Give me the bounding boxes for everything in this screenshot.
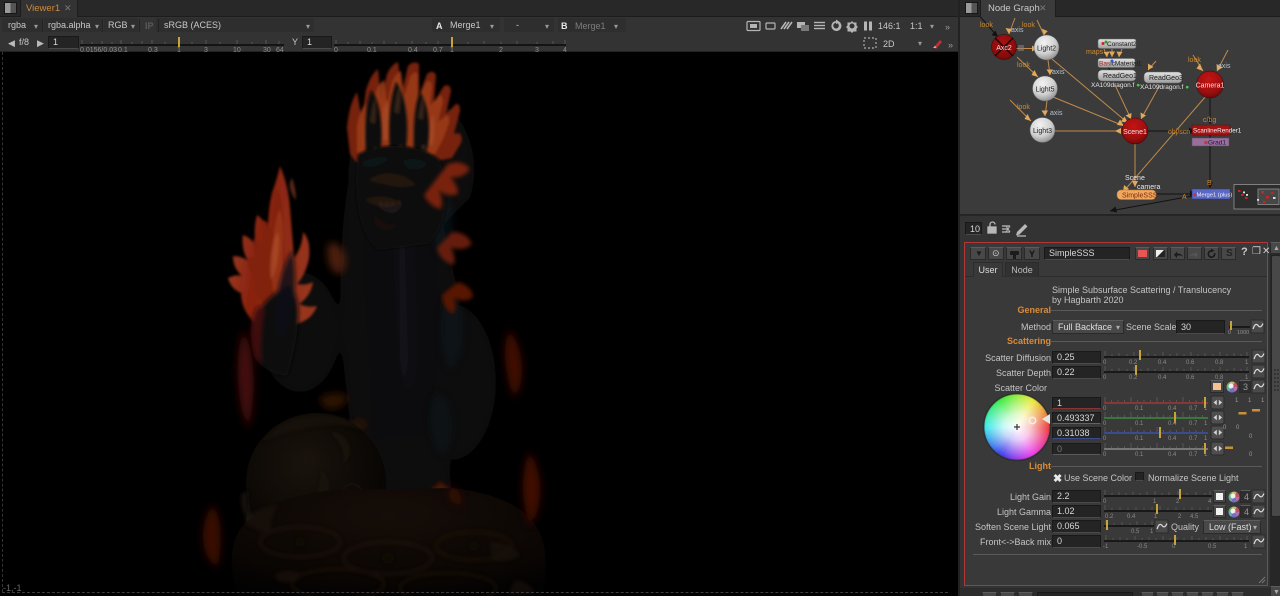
svg-text:Light5: Light5 [1035,87,1054,94]
svg-text:look: look [1017,62,1030,69]
svg-text:▾: ▾ [918,39,922,48]
svg-text:0: 0 [1103,421,1107,427]
svg-text:Light3: Light3 [1033,128,1052,135]
svg-text:0.4: 0.4 [1127,514,1136,520]
svg-text:XA109dragon.f ●: XA109dragon.f ● [1140,84,1189,91]
svg-text:1: 1 [1204,406,1208,412]
svg-text:0.4: 0.4 [1168,436,1177,442]
svg-text:0.7: 0.7 [1189,421,1198,427]
svg-text:1: 1 [1154,514,1158,520]
svg-text:0.1: 0.1 [1135,452,1144,458]
svg-text:maps: maps [1086,49,1104,56]
svg-text:»: » [945,22,950,32]
svg-text:0.4: 0.4 [1158,360,1167,366]
svg-text:-1: -1 [1103,544,1109,550]
svg-text:■Grad1: ■Grad1 [1204,140,1226,147]
svg-text:-0.5: -0.5 [1137,544,1148,550]
svg-text:1: 1 [1204,421,1208,427]
svg-text:0: 0 [1103,375,1107,381]
svg-text:SimpleSSS: SimpleSSS [1122,193,1158,200]
svg-text:0.6: 0.6 [1186,360,1195,366]
svg-text:Light2: Light2 [1037,46,1056,53]
svg-text:0: 0 [1103,436,1107,442]
svg-text:0.4: 0.4 [1168,452,1177,458]
svg-text:0.1: 0.1 [1135,421,1144,427]
svg-text:0: 0 [1236,425,1240,431]
svg-text:1: 1 [1248,398,1252,404]
svg-text:0.7: 0.7 [1189,406,1198,412]
svg-text:4: 4 [1208,499,1212,505]
svg-text:0.2: 0.2 [1129,375,1138,381]
svg-text:XA109dragon.f ●: XA109dragon.f ● [1091,82,1140,89]
svg-text:axis: axis [1052,69,1065,76]
svg-text:1: 1 [1244,544,1248,550]
svg-text:axis: axis [1218,63,1231,70]
svg-text:0: 0 [1249,452,1253,458]
svg-text:1: 1 [1245,375,1249,381]
svg-text:Axc2: Axc2 [996,45,1012,52]
svg-text:▾: ▾ [930,22,934,31]
svg-text:2: 2 [1176,499,1180,505]
svg-text:0: 0 [1103,406,1107,412]
svg-text:c/bg: c/bg [1203,117,1216,124]
svg-text:1: 1 [1204,452,1208,458]
svg-text:0.1: 0.1 [1135,406,1144,412]
svg-text:4.5: 4.5 [1190,514,1199,520]
svg-text:1: 1 [1261,398,1265,404]
svg-text:obj/scn: obj/scn [1168,129,1190,136]
svg-text:1: 1 [1204,436,1208,442]
svg-text:0.1: 0.1 [1135,436,1144,442]
svg-text:Scene: Scene [1125,175,1145,182]
svg-text:0: 0 [1228,330,1231,336]
svg-text:look: look [1188,57,1201,64]
svg-text:0: 0 [1223,425,1227,431]
svg-text:146:1: 146:1 [878,21,901,31]
svg-text:0.8: 0.8 [1215,375,1224,381]
svg-text:0.5: 0.5 [1208,544,1217,550]
svg-text:axis: axis [1011,27,1024,34]
svg-text:0.4: 0.4 [1158,375,1167,381]
svg-text:A: A [1182,194,1187,201]
svg-text:0.7: 0.7 [1189,436,1198,442]
svg-text:B: B [1207,180,1212,187]
svg-text:ReadGeo3: ReadGeo3 [1149,75,1183,82]
svg-text:0.8: 0.8 [1215,360,1224,366]
svg-text:Constant2: Constant2 [1107,41,1137,48]
svg-text:0.4: 0.4 [1168,421,1177,427]
svg-text:■Merge1 (plus): ■Merge1 (plus) [1193,193,1232,199]
svg-text:look: look [980,22,993,29]
svg-text:»: » [948,40,953,50]
svg-text:1000: 1000 [1237,330,1249,336]
svg-text:1:1: 1:1 [910,21,923,31]
svg-text:1: 1 [1235,398,1239,404]
svg-text:0.4: 0.4 [1168,406,1177,412]
svg-text:BasicMaterial1: BasicMaterial1 [1099,61,1142,68]
svg-text:1: 1 [1150,529,1154,535]
svg-text:ScanlineRender1: ScanlineRender1 [1193,128,1242,135]
svg-text:0: 0 [1249,434,1253,440]
svg-text:0: 0 [1103,499,1107,505]
svg-text:1: 1 [1245,360,1249,366]
svg-text:look: look [1022,22,1035,29]
svg-text:ReadGeo1: ReadGeo1 [1103,73,1137,80]
svg-text:0.6: 0.6 [1186,375,1195,381]
svg-text:2D: 2D [883,39,895,49]
svg-text:0: 0 [1103,452,1107,458]
svg-text:look: look [1017,104,1030,111]
svg-text:axis: axis [1050,110,1063,117]
svg-text:0.2: 0.2 [1105,514,1114,520]
svg-text:Scene1: Scene1 [1123,129,1147,136]
svg-text:Camera1: Camera1 [1196,83,1225,90]
svg-text:0: 0 [1103,360,1107,366]
svg-text:0.5: 0.5 [1131,529,1140,535]
svg-text:0.7: 0.7 [1189,452,1198,458]
svg-text:2: 2 [1178,514,1182,520]
